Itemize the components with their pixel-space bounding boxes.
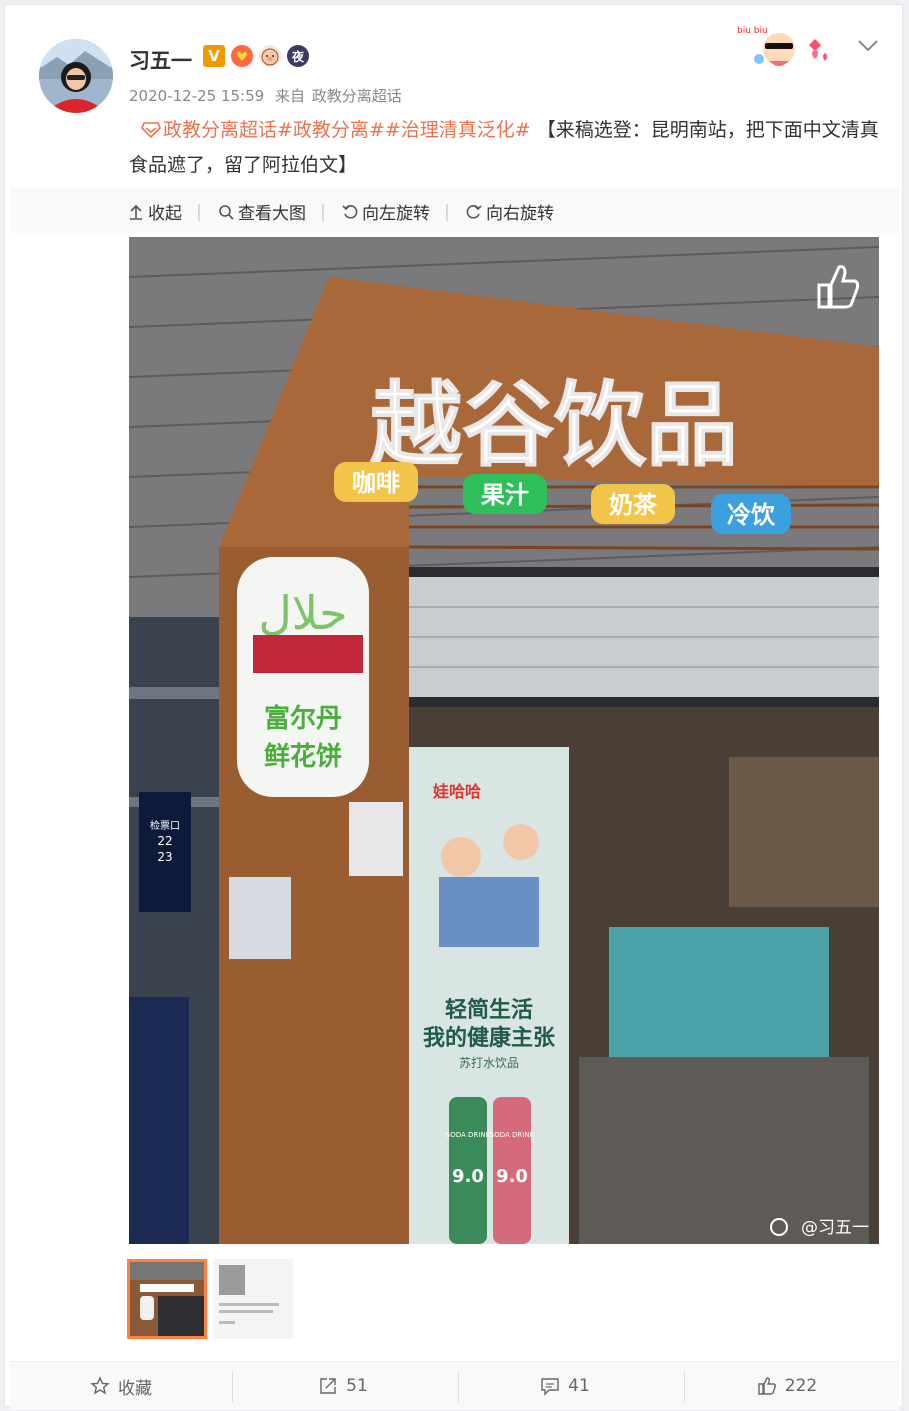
halal-cn-line-1: 富尔丹 <box>264 703 342 734</box>
bottle-label-2: SODA DRINK <box>490 1131 535 1139</box>
rotate-right-label: 向右旋转 <box>486 204 554 224</box>
collapse-label: 收起 <box>148 204 182 224</box>
watermark-text: @习五一 <box>801 1218 869 1238</box>
repost-button[interactable]: 51 <box>232 1362 454 1410</box>
gate-label: 检票口 <box>150 819 180 832</box>
thumbnail-1[interactable] <box>127 1259 207 1339</box>
action-bar: 收藏 51 41 222 <box>10 1361 899 1410</box>
image-toolbar: 收起 | 查看大图 | 向左旋转 | 向右旋转 <box>10 187 899 233</box>
collapse-icon <box>130 204 142 220</box>
rotate-right-icon <box>466 204 482 219</box>
rotate-left-button[interactable]: 向左旋转 | <box>342 199 450 224</box>
gate-num-1: 22 <box>157 834 172 848</box>
view-large-label: 查看大图 <box>238 204 306 224</box>
svg-text:biu biu: biu biu <box>737 26 768 36</box>
comment-button[interactable]: 41 <box>454 1362 676 1410</box>
halal-arabic-text: حلال <box>258 586 347 640</box>
rotate-left-icon <box>342 204 358 219</box>
menu-tag-juice: 果汁 <box>481 481 529 509</box>
rotate-right-button[interactable]: 向右旋转 <box>466 199 554 224</box>
menu-tag-colddrink: 冷饮 <box>727 501 776 529</box>
piggy-icon[interactable] <box>259 45 281 67</box>
post-body: 政教分离超话#政教分离##治理清真泛化# 【来稿选登：昆明南站，把下面中文清真食… <box>129 113 889 183</box>
bottle-ph-1: 9.0 <box>452 1166 484 1187</box>
collapse-button[interactable]: 收起 | <box>128 199 202 224</box>
comment-count: 41 <box>568 1376 590 1396</box>
super-topic-icon[interactable] <box>141 116 163 139</box>
favorite-label: 收藏 <box>118 1378 152 1399</box>
topic-link-halal[interactable]: #治理清真泛化# <box>385 119 531 141</box>
thumbnail-2[interactable] <box>213 1259 293 1339</box>
night-badge-icon[interactable]: 夜 <box>287 45 309 67</box>
source-link[interactable]: 政教分离超话 <box>312 87 402 105</box>
poster-slogan-line-1: 轻简生活 <box>445 997 533 1023</box>
gate-num-2: 23 <box>157 850 172 864</box>
verified-icon[interactable]: V <box>203 45 225 67</box>
timestamp[interactable]: 2020-12-25 15:59 <box>129 87 264 105</box>
topic-link-super[interactable]: 政教分离超话 <box>163 119 277 141</box>
bottle-label-1: SODA DRINK <box>446 1131 491 1139</box>
source-prefix: 来自 <box>274 87 305 105</box>
heart-medal-icon[interactable] <box>231 45 253 67</box>
decoration-sticker-icon: biu biu <box>731 19 841 75</box>
thumbs-up-icon <box>758 1377 776 1395</box>
star-icon <box>90 1376 110 1395</box>
topic-link-secularism[interactable]: #政教分离# <box>277 119 385 141</box>
halal-cn-line-2: 鲜花饼 <box>264 742 342 772</box>
chevron-down-icon[interactable] <box>857 37 879 55</box>
user-badges: V 夜 <box>203 45 309 67</box>
thumbnail-strip <box>127 1259 293 1339</box>
weibo-post-card: 习五一 V 夜 2020-12-25 15:59 来自 政教分离超话 biu b… <box>4 4 903 1410</box>
avatar[interactable] <box>39 39 113 113</box>
view-large-button[interactable]: 查看大图 | <box>218 199 326 224</box>
poster-brand: 娃哈哈 <box>432 782 481 801</box>
menu-tag-coffee: 咖啡 <box>352 469 400 497</box>
favorite-button[interactable]: 收藏 <box>10 1362 232 1410</box>
menu-tag-milktea: 奶茶 <box>609 491 658 519</box>
post-image[interactable]: 检票口 22 23 越谷饮品 咖啡 果汁 奶茶 冷饮 حلال 富尔丹 鲜花饼 … <box>129 237 879 1244</box>
poster-sub: 苏打水饮品 <box>459 1056 519 1070</box>
bottle-ph-2: 9.0 <box>496 1166 528 1187</box>
repost-count: 51 <box>346 1376 368 1396</box>
poster-slogan-line-2: 我的健康主张 <box>423 1025 556 1051</box>
username[interactable]: 习五一 <box>129 45 192 75</box>
share-icon <box>320 1378 336 1394</box>
comment-icon <box>541 1378 559 1396</box>
like-count: 222 <box>784 1376 818 1396</box>
store-sign-text: 越谷饮品 <box>370 372 738 479</box>
search-icon <box>219 204 234 220</box>
post-meta: 2020-12-25 15:59 来自 政教分离超话 <box>129 85 408 106</box>
like-button[interactable]: 222 <box>676 1362 898 1410</box>
rotate-left-label: 向左旋转 <box>362 204 430 224</box>
